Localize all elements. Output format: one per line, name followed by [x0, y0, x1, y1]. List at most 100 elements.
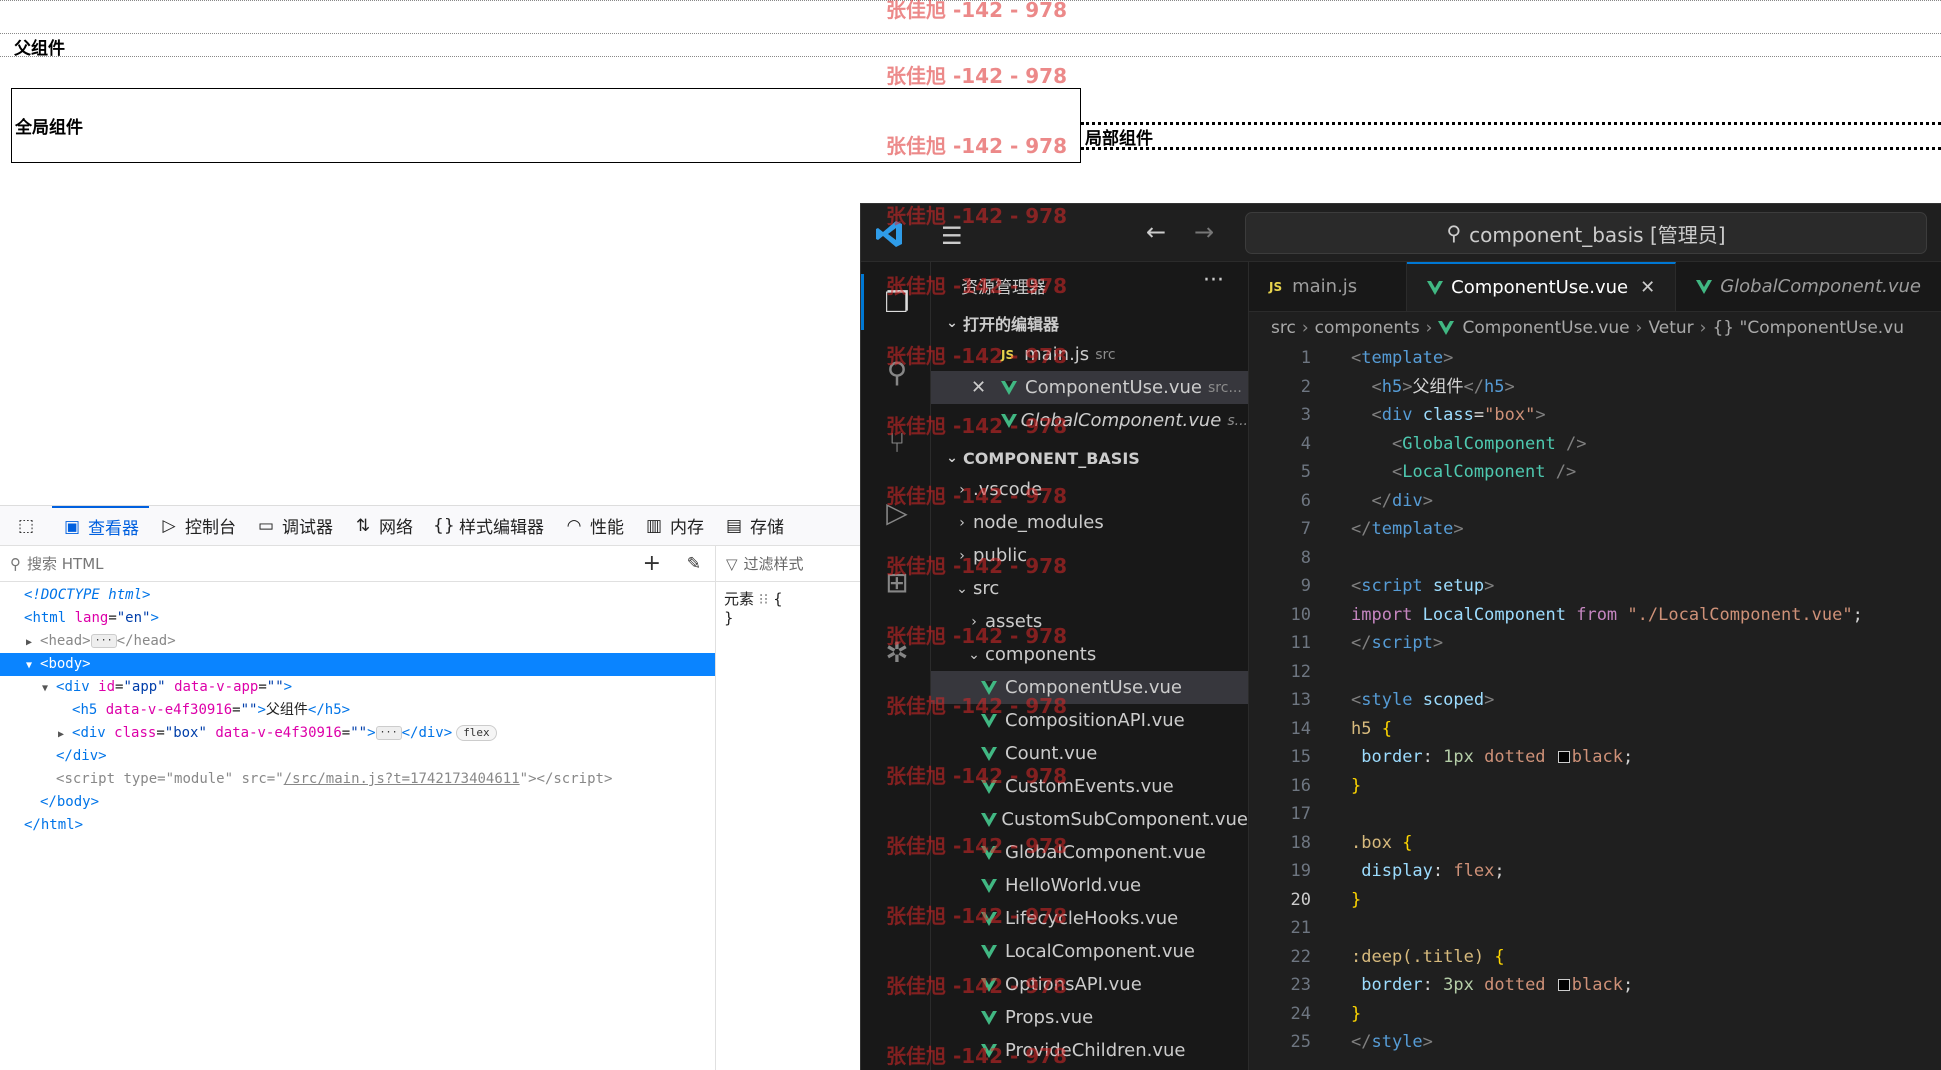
file-item[interactable]: LocalComponent.vue — [931, 935, 1248, 968]
file-item[interactable]: LifecycleHooks.vue — [931, 902, 1248, 935]
file-item[interactable]: ProvideChildren.vue — [931, 1034, 1248, 1067]
collapse-icon[interactable]: ▼ — [26, 654, 40, 677]
code-line: border: 1px dotted black; — [1361, 747, 1634, 767]
code-line: <div class="box"> — [1371, 405, 1546, 425]
element-picker-button[interactable]: ⬚ — [6, 506, 52, 546]
global-component-text: 全局组件 — [15, 118, 83, 138]
tab-console[interactable]: ▷ 控制台 — [149, 506, 246, 546]
command-center-label: component_basis [管理员] — [1469, 222, 1726, 247]
tab-network[interactable]: ⇅ 网络 — [343, 506, 423, 546]
add-node-icon[interactable]: + — [643, 551, 661, 576]
tree-node-div-close[interactable]: </div> — [0, 745, 715, 768]
command-center[interactable]: ⚲ component_basis [管理员] — [1245, 212, 1927, 254]
back-arrow-icon[interactable]: ← — [1146, 218, 1166, 246]
file-item[interactable]: CustomSubComponent.vue — [931, 803, 1248, 836]
tree-node-body-close[interactable]: </body> — [0, 791, 715, 814]
project-section[interactable]: ⌄ COMPONENT_BASIS — [931, 443, 1248, 473]
tree-node-head[interactable]: ▶ <head> ··· </head> — [0, 630, 715, 653]
tree-node-body[interactable]: ▼ <body> — [0, 653, 715, 676]
folder-components[interactable]: ⌄ components — [931, 638, 1248, 671]
line-number: 7 — [1300, 519, 1311, 539]
tab-memory[interactable]: ▥ 内存 — [634, 506, 714, 546]
code-line: <template> — [1351, 348, 1454, 368]
code-line: </script> — [1351, 633, 1444, 653]
vue-file-icon — [981, 1010, 997, 1025]
folder-vscode[interactable]: › .vscode — [931, 473, 1248, 506]
tab-storage[interactable]: ▤ 存储 — [714, 506, 794, 546]
source-control-icon[interactable]: ⑂ — [877, 426, 917, 466]
open-editor-globalcomponent[interactable]: GlobalComponent.vue s... — [931, 404, 1248, 437]
line-number: 11 — [1290, 633, 1311, 653]
inspector-icon: ▣ — [63, 516, 81, 537]
code-line: </style> — [1351, 1032, 1433, 1052]
tab-debugger[interactable]: ▭ 调试器 — [246, 506, 343, 546]
vue-file-icon — [981, 713, 997, 728]
file-item[interactable]: CompositionAPI.vue — [931, 704, 1248, 737]
breadcrumb-item[interactable]: ComponentUse.vue — [1462, 318, 1629, 338]
chevron-down-icon: ⌄ — [968, 646, 980, 663]
breadcrumb-item[interactable]: {} "ComponentUse.vu — [1712, 318, 1904, 338]
file-item[interactable]: Count.vue — [931, 737, 1248, 770]
vue-file-icon — [981, 779, 997, 794]
tree-node-div-app[interactable]: ▼ <div id="app" data-v-app=""> — [0, 676, 715, 699]
rules-panel: 元素 ⁝⁝ { } — [716, 582, 860, 1070]
tree-node-html[interactable]: <html lang="en"> — [0, 607, 715, 630]
hamburger-menu-icon[interactable]: ☰ — [941, 222, 963, 250]
folder-assets[interactable]: › assets — [931, 605, 1248, 638]
open-editor-componentuse[interactable]: ✕ ComponentUse.vue src... — [931, 371, 1248, 404]
tree-node-html-close[interactable]: </html> — [0, 814, 715, 837]
tree-node-script[interactable]: <script type="module" src="/src/main.js?… — [0, 768, 715, 791]
ellipsis-badge[interactable]: ··· — [90, 634, 117, 648]
tree-node-h5[interactable]: <h5 data-v-e4f30916="">父组件</h5> — [0, 699, 715, 722]
breadcrumb-item[interactable]: Vetur — [1648, 318, 1693, 338]
tab-main-js[interactable]: JS main.js — [1249, 262, 1408, 311]
file-item[interactable]: OptionsAPI.vue — [931, 968, 1248, 1001]
close-icon[interactable]: ✕ — [1640, 277, 1655, 298]
chevron-down-icon: ⌄ — [956, 580, 968, 597]
file-item[interactable]: Props.vue — [931, 1001, 1248, 1034]
file-item[interactable]: ComponentUse.vue — [931, 671, 1248, 704]
folder-src[interactable]: ⌄ src — [931, 572, 1248, 605]
expand-icon[interactable]: ▶ — [26, 631, 40, 654]
tab-inspector[interactable]: ▣ 查看器 — [52, 505, 149, 546]
tab-performance[interactable]: ◠ 性能 — [554, 506, 634, 546]
close-icon[interactable]: ✕ — [971, 377, 1001, 398]
collapse-icon[interactable]: ▼ — [42, 677, 56, 700]
tab-style-editor[interactable]: {} 样式编辑器 — [423, 506, 554, 546]
line-number: 6 — [1300, 490, 1311, 511]
filter-styles-input[interactable]: ▽ 过滤样式 — [716, 546, 860, 581]
file-item[interactable]: CustomEvents.vue — [931, 770, 1248, 803]
open-editor-main-js[interactable]: JS main.js src — [931, 338, 1248, 371]
forward-arrow-icon[interactable]: → — [1194, 218, 1214, 246]
color-swatch-icon[interactable] — [1557, 979, 1570, 991]
ellipsis-badge[interactable]: ··· — [375, 726, 402, 740]
color-swatch-icon[interactable] — [1557, 751, 1570, 763]
parent-heading: 父组件 — [14, 39, 65, 59]
run-debug-icon[interactable]: ▷ — [877, 496, 917, 536]
flex-badge[interactable]: flex — [456, 725, 497, 741]
tree-node-doctype[interactable]: <!DOCTYPE html> — [0, 584, 715, 607]
folder-public[interactable]: › public — [931, 539, 1248, 572]
more-actions-icon[interactable]: ··· — [1203, 268, 1224, 293]
eyedropper-icon[interactable]: ✎ — [687, 554, 701, 574]
search-icon[interactable]: ⚲ — [877, 356, 917, 396]
open-editors-section[interactable]: ⌄ 打开的编辑器 — [931, 308, 1248, 338]
tab-globalcomponent[interactable]: GlobalComponent.vue — [1676, 262, 1941, 311]
expand-icon[interactable]: ▶ — [58, 723, 72, 746]
tab-componentuse[interactable]: ComponentUse.vue ✕ — [1407, 262, 1677, 311]
extensions-icon[interactable]: ⊞ — [877, 566, 917, 606]
code-line: <script setup> — [1351, 576, 1495, 596]
remote-icon[interactable]: ✲ — [877, 636, 917, 676]
file-item[interactable]: HelloWorld.vue — [931, 869, 1248, 902]
breadcrumb-item[interactable]: components — [1315, 318, 1420, 338]
vscode-logo-icon — [876, 221, 902, 247]
tree-node-div-box[interactable]: ▶ <div class="box" data-v-e4f30916=""> ···… — [0, 722, 715, 745]
folder-node-modules[interactable]: › node_modules — [931, 506, 1248, 539]
line-number: 14 — [1290, 718, 1311, 739]
line-number-current: 20 — [1290, 889, 1311, 910]
breadcrumb-item[interactable]: src — [1271, 318, 1296, 338]
explorer-icon[interactable]: ❐ — [877, 286, 917, 326]
file-item[interactable]: GlobalComponent.vue — [931, 836, 1248, 869]
global-component: 全局组件 — [11, 88, 1081, 163]
search-html-input[interactable]: ⚲ 搜索 HTML + ✎ — [0, 546, 716, 581]
